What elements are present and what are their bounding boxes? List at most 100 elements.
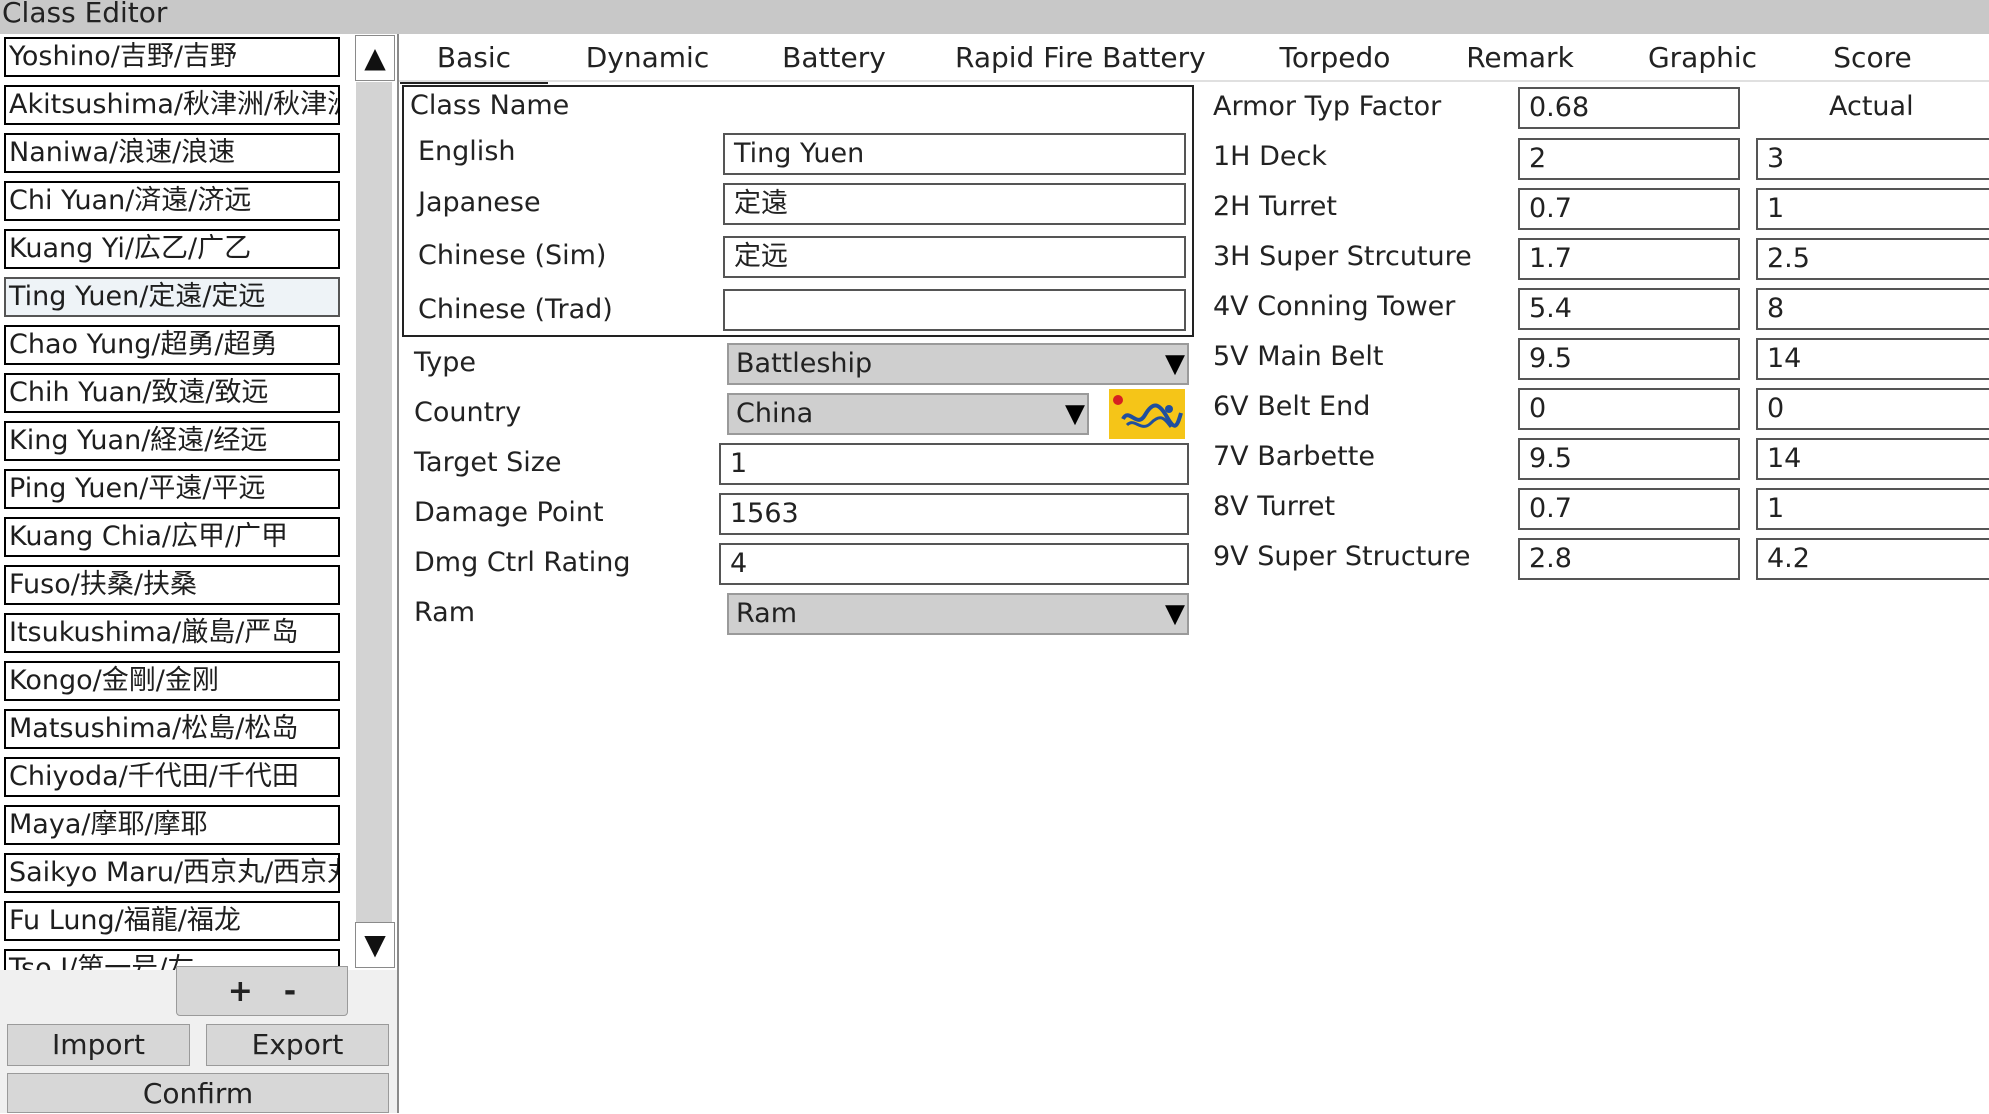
tab-score[interactable]: Score (1800, 36, 1945, 80)
english-name-field[interactable]: Ting Yuen (723, 133, 1186, 175)
list-item[interactable]: Fu Lung/福龍/福龙 (4, 901, 340, 941)
armor-label: 4V Conning Tower (1213, 291, 1456, 322)
tab-divider (399, 80, 1989, 82)
list-item[interactable]: Chih Yuan/致遠/致远 (4, 373, 340, 413)
title-bar: Class Editor (0, 0, 1989, 34)
list-item[interactable]: Chi Yuan/済遠/济远 (4, 181, 340, 221)
list-item[interactable]: Maya/摩耶/摩耶 (4, 805, 340, 845)
armor-actual-field[interactable]: 14 (1756, 338, 1989, 380)
damage-point-label: Damage Point (414, 497, 604, 528)
add-remove-group: + - (176, 966, 348, 1016)
scroll-down-icon[interactable]: ▼ (355, 922, 395, 968)
type-dropdown[interactable]: Battleship ▼ (727, 343, 1189, 385)
armor-value-field[interactable]: 1.7 (1518, 238, 1740, 280)
armor-label: 8V Turret (1213, 491, 1336, 522)
list-item[interactable]: Chiyoda/千代田/千代田 (4, 757, 340, 797)
list-item[interactable]: Akitsushima/秋津洲/秋津洲 (4, 85, 340, 125)
add-class-button[interactable]: + (228, 974, 253, 1009)
list-item[interactable]: Fuso/扶桑/扶桑 (4, 565, 340, 605)
chinese-sim-name-field[interactable]: 定远 (723, 236, 1186, 278)
armor-factor-label: Armor Typ Factor (1213, 91, 1442, 122)
list-item[interactable]: Kuang Chia/広甲/广甲 (4, 517, 340, 557)
ram-value: Ram (736, 598, 798, 629)
target-size-label: Target Size (414, 447, 562, 478)
english-label: English (418, 136, 516, 167)
country-dropdown[interactable]: China ▼ (727, 393, 1089, 435)
armor-label: 9V Super Structure (1213, 541, 1471, 572)
tab-rapid-fire-battery[interactable]: Rapid Fire Battery (955, 36, 1206, 80)
list-item[interactable]: Ping Yuen/平遠/平远 (4, 469, 340, 509)
armor-value-field[interactable]: 2 (1518, 138, 1740, 180)
armor-actual-field[interactable]: 1 (1756, 188, 1989, 230)
armor-actual-field[interactable]: 14 (1756, 438, 1989, 480)
ram-dropdown[interactable]: Ram ▼ (727, 593, 1189, 635)
tab-remark[interactable]: Remark (1450, 36, 1590, 80)
panel-divider (397, 34, 399, 1113)
list-item[interactable]: Saikyo Maru/西京丸/西京丸 (4, 853, 340, 893)
window-title: Class Editor (2, 0, 168, 29)
armor-value-field[interactable]: 9.5 (1518, 338, 1740, 380)
list-item[interactable]: Chao Yung/超勇/超勇 (4, 325, 340, 365)
tab-battery[interactable]: Battery (760, 36, 908, 80)
armor-value-field[interactable]: 5.4 (1518, 288, 1740, 330)
list-item[interactable]: King Yuan/経遠/经远 (4, 421, 340, 461)
list-item[interactable]: Yoshino/吉野/吉野 (4, 37, 340, 77)
armor-actual-field[interactable]: 0 (1756, 388, 1989, 430)
list-item[interactable]: Kongo/金剛/金刚 (4, 661, 340, 701)
armor-label: 1H Deck (1213, 141, 1327, 172)
japanese-label: Japanese (418, 187, 541, 218)
remove-class-button[interactable]: - (284, 974, 296, 1009)
country-value: China (736, 398, 814, 429)
type-label: Type (414, 347, 477, 378)
japanese-name-field[interactable]: 定遠 (723, 183, 1186, 225)
ship-class-list[interactable]: Yoshino/吉野/吉野 Akitsushima/秋津洲/秋津洲 Naniwa… (0, 34, 352, 970)
armor-value-field[interactable]: 0 (1518, 388, 1740, 430)
armor-value-field[interactable]: 9.5 (1518, 438, 1740, 480)
chinese-trad-label: Chinese (Trad) (418, 294, 613, 325)
armor-label: 3H Super Strcuture (1213, 241, 1472, 272)
actual-heading: Actual (1829, 91, 1914, 122)
chinese-sim-label: Chinese (Sim) (418, 240, 607, 271)
type-value: Battleship (736, 348, 873, 379)
dmg-ctrl-field[interactable]: 4 (719, 543, 1189, 585)
armor-value-field[interactable]: 0.7 (1518, 188, 1740, 230)
armor-actual-field[interactable]: 4.2 (1756, 538, 1989, 580)
flag-graphic (1109, 389, 1185, 439)
list-item[interactable]: Naniwa/浪速/浪速 (4, 133, 340, 173)
armor-actual-field[interactable]: 1 (1756, 488, 1989, 530)
target-size-field[interactable]: 1 (719, 443, 1189, 485)
armor-label: 7V Barbette (1213, 441, 1375, 472)
armor-label: 2H Turret (1213, 191, 1337, 222)
armor-value-field[interactable]: 2.8 (1518, 538, 1740, 580)
dropdown-arrow-icon: ▼ (1165, 349, 1185, 379)
chinese-trad-name-field[interactable] (723, 289, 1186, 331)
tab-basic[interactable]: Basic (400, 36, 548, 84)
list-item[interactable]: Matsushima/松島/松岛 (4, 709, 340, 749)
tab-dynamic[interactable]: Dynamic (570, 36, 725, 80)
armor-actual-field[interactable]: 8 (1756, 288, 1989, 330)
damage-point-field[interactable]: 1563 (719, 493, 1189, 535)
armor-label: 6V Belt End (1213, 391, 1371, 422)
dropdown-arrow-icon: ▼ (1165, 599, 1185, 629)
armor-actual-field[interactable]: 3 (1756, 138, 1989, 180)
tab-torpedo[interactable]: Torpedo (1260, 36, 1410, 80)
armor-factor-field[interactable]: 0.68 (1518, 87, 1740, 129)
scrollbar-thumb[interactable] (356, 82, 392, 924)
qing-dragon-flag-icon (1109, 389, 1185, 439)
armor-value-field[interactable]: 0.7 (1518, 488, 1740, 530)
list-item[interactable]: Itsukushima/厳島/严岛 (4, 613, 340, 653)
list-item[interactable]: Kuang Yi/広乙/广乙 (4, 229, 340, 269)
import-button[interactable]: Import (7, 1024, 190, 1066)
ram-label: Ram (414, 597, 476, 628)
armor-actual-field[interactable]: 2.5 (1756, 238, 1989, 280)
armor-label: 5V Main Belt (1213, 341, 1384, 372)
export-button[interactable]: Export (206, 1024, 389, 1066)
dmg-ctrl-label: Dmg Ctrl Rating (414, 547, 631, 578)
country-label: Country (414, 397, 522, 428)
dropdown-arrow-icon: ▼ (1065, 399, 1085, 429)
confirm-button[interactable]: Confirm (7, 1073, 389, 1113)
list-item-selected[interactable]: Ting Yuen/定遠/定远 (4, 277, 340, 317)
tab-graphic[interactable]: Graphic (1630, 36, 1775, 80)
class-name-heading: Class Name (410, 90, 570, 121)
scroll-up-icon[interactable]: ▲ (355, 35, 395, 81)
